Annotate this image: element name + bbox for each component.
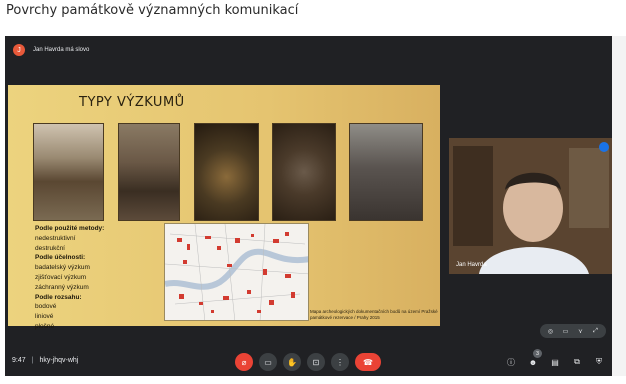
legend-line: destrukční	[35, 244, 65, 252]
research-types-list: Podle použité metody: nedestruktivní des…	[35, 224, 104, 332]
layout-icon[interactable]: ⋎	[577, 327, 585, 335]
city-map	[164, 223, 309, 321]
pin-icon[interactable]: ◎	[547, 327, 555, 335]
presentation-slide: TYPY VÝZKUMŮ Podle použité metody: nedes…	[8, 85, 440, 330]
meeting-code: hky-jhqv-whj	[39, 357, 79, 364]
mic-off-icon[interactable]: ⌀	[235, 353, 253, 371]
info-icon[interactable]: ⓘ	[504, 355, 518, 369]
avatar: J	[13, 44, 25, 56]
speaker-text: Jan Havrda má slovo	[33, 47, 90, 53]
activities-icon[interactable]: ⧉	[570, 355, 584, 369]
excavation-photo-4	[272, 123, 336, 221]
side-panel-buttons: ⓘ ☻ 3 ▤ ⧉ ⛨	[504, 349, 606, 369]
chat-icon[interactable]: ▤	[548, 355, 562, 369]
participant-video[interactable]: Jan Havrda	[449, 138, 612, 274]
legend-line: liniové	[35, 313, 54, 321]
more-vert-icon[interactable]: ⋮	[331, 353, 349, 371]
legend-line: záchranný výzkum	[35, 283, 89, 291]
legend-line: badatelský výzkum	[35, 264, 90, 272]
excavation-photo-1	[33, 123, 104, 221]
legend-line: zjišťovací výzkum	[35, 273, 87, 281]
legend-line: bodové	[35, 303, 57, 311]
page-edge	[612, 36, 626, 376]
present-icon[interactable]: ⊡	[307, 353, 325, 371]
legend-line: Podle rozsahu:	[35, 293, 82, 301]
host-controls-icon[interactable]: ⛨	[592, 355, 606, 369]
legend-line: nedestruktivní	[35, 234, 76, 242]
participants-count: 3	[533, 349, 542, 358]
mute-participant-icon[interactable]: ▭	[562, 327, 570, 335]
separator: |	[31, 357, 34, 364]
people-icon[interactable]: ☻ 3	[526, 349, 542, 369]
participant-name: Jan Havrda	[456, 262, 487, 268]
fullscreen-icon[interactable]: ⤢	[592, 327, 600, 335]
speaking-indicator-icon	[599, 142, 609, 152]
map-caption: Mapa archeologických dokumentačních bodů…	[310, 309, 438, 320]
call-controls: ⌀ ▭ ✋ ⊡ ⋮ ☎	[235, 353, 381, 371]
bottom-bar: 9:47 | hky-jhqv-whj ⌀ ▭ ✋ ⊡ ⋮ ☎ ⓘ ☻ 3 ▤ ⧉…	[5, 349, 612, 376]
slide-title: TYPY VÝZKUMŮ	[79, 95, 185, 110]
tile-controls: ◎ ▭ ⋎ ⤢	[540, 324, 606, 338]
legend-line: Podle použité metody:	[35, 225, 105, 232]
page-title: Povrchy památkově významných komunikací	[6, 3, 299, 18]
excavation-photo-3	[194, 123, 259, 221]
excavation-photo-5	[349, 123, 423, 221]
meet-window: J Jan Havrda má slovo TYPY VÝZKUMŮ Podle…	[5, 36, 612, 376]
hand-icon[interactable]: ✋	[283, 353, 301, 371]
legend-line: plošné	[35, 322, 55, 330]
excavation-photo-2	[118, 123, 180, 221]
meeting-info: 9:47 | hky-jhqv-whj	[12, 357, 78, 364]
call-end-icon[interactable]: ☎	[355, 353, 381, 371]
legend-line: Podle účelnosti:	[35, 254, 86, 262]
speaker-banner: J Jan Havrda má slovo	[13, 43, 612, 57]
meeting-time: 9:47	[12, 357, 26, 364]
videocam-icon[interactable]: ▭	[259, 353, 277, 371]
